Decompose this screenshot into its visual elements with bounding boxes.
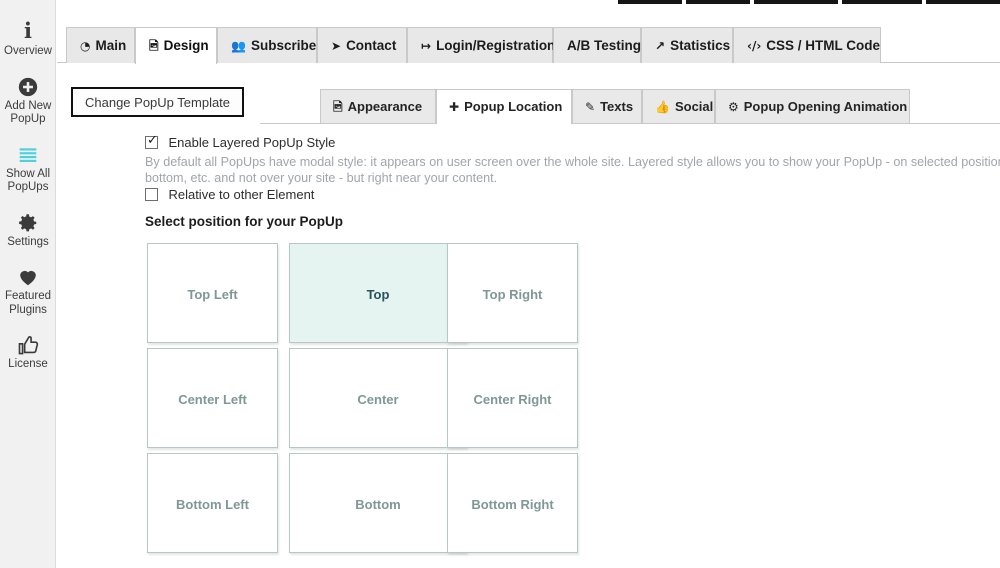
sidebar-item-label: Settings: [7, 235, 49, 248]
sidebar-item-settings[interactable]: Settings: [0, 209, 56, 250]
position-cell-label: Bottom Left: [176, 497, 249, 512]
gear-icon: [0, 209, 56, 235]
subtab-texts[interactable]: ✎ Texts: [572, 89, 642, 123]
tab-subscribe[interactable]: 👥 Subscribe: [217, 27, 317, 63]
arrows-move-icon: ✚: [449, 100, 460, 114]
top-toolbar-segment: [618, 0, 682, 4]
tab-label: Statistics: [670, 38, 731, 53]
position-cell-center-left[interactable]: Center Left: [147, 348, 278, 448]
sidebar-item-label: Overview: [4, 45, 52, 57]
position-cell-label: Bottom: [355, 497, 401, 512]
chart-line-icon: ↗: [655, 39, 666, 53]
position-cell-label: Center Left: [178, 392, 247, 407]
thumbs-up-icon: [0, 331, 56, 357]
relative-to-other-element-checkbox-row[interactable]: Relative to other Element: [145, 186, 314, 204]
code-icon: ‹/›: [747, 39, 762, 53]
position-cell-label: Bottom Right: [471, 497, 554, 512]
position-cell-top[interactable]: Top: [289, 243, 467, 343]
enable-layered-popup-style-label: Enable Layered PopUp Style: [168, 135, 336, 150]
info-icon: i: [24, 18, 32, 43]
sidebar-item-add-new-popup[interactable]: Add New PopUp: [0, 73, 56, 127]
image-icon: 🖻: [149, 39, 159, 53]
tab-contact[interactable]: ➤ Contact: [317, 27, 407, 63]
thumbs-up-icon: 👍: [655, 100, 670, 114]
change-popup-template-button[interactable]: Change PopUp Template: [71, 87, 245, 117]
subtab-social[interactable]: 👍 Social: [642, 89, 715, 123]
tab-label: A/B Testing: [567, 38, 641, 53]
layered-style-help-text: By default all PopUps have modal style: …: [145, 155, 1000, 185]
tab-main[interactable]: ◔ Main: [66, 27, 135, 63]
main-content: ◔ Main 🖻 Design 👥 Subscribe ➤ Contact ↦ Login/Reg…: [57, 0, 1000, 568]
position-cell-label: Top: [366, 287, 390, 302]
tab-design[interactable]: 🖻 Design: [135, 27, 217, 64]
subtab-label: Popup Opening Animation: [743, 99, 908, 114]
sidebar: i Overview Add New PopUp Show All PopUps Set…: [0, 0, 56, 568]
position-cell-bottom-left[interactable]: Bottom Left: [147, 453, 278, 553]
subtab-label: Appearance: [347, 99, 423, 114]
heart-icon: [0, 263, 56, 289]
sidebar-item-label: Featured Plugins: [4, 290, 52, 316]
subtab-label: Social: [674, 99, 714, 114]
design-subbar: Change PopUp Template 🖻 Appearance ✚ Popup …: [57, 84, 1000, 124]
position-cell-label: Top Left: [187, 287, 238, 302]
position-cell-label: Center: [357, 392, 399, 407]
dashboard-icon: ◔: [80, 39, 91, 53]
sidebar-item-overview[interactable]: i Overview: [0, 18, 56, 59]
tab-label: CSS / HTML Code: [766, 38, 881, 53]
top-toolbar-segment: [754, 0, 838, 4]
top-toolbar-segment: [926, 0, 1000, 4]
subtab-label: Popup Location: [464, 99, 563, 114]
sidebar-item-label: License: [8, 358, 48, 370]
plus-circle-icon: [0, 73, 56, 99]
position-cell-center-right[interactable]: Center Right: [447, 348, 578, 448]
tab-a-b-testing[interactable]: A/B Testing: [553, 27, 641, 63]
edit-pencil-icon: ✎: [585, 100, 596, 114]
position-cell-top-right[interactable]: Top Right: [447, 243, 578, 343]
enable-layered-popup-style-checkbox[interactable]: [145, 134, 158, 149]
top-toolbar-segment: [842, 0, 922, 4]
relative-to-other-element-label: Relative to other Element: [168, 187, 315, 202]
gear-icon: ⚙: [728, 100, 739, 114]
tab-label: Subscribe: [250, 38, 317, 53]
subtab-popup-location[interactable]: ✚ Popup Location: [436, 89, 572, 124]
position-cell-top-left[interactable]: Top Left: [147, 243, 278, 343]
position-cell-bottom-right[interactable]: Bottom Right: [447, 453, 578, 553]
sidebar-item-label: Show All PopUps: [5, 167, 51, 194]
image-icon: 🖻: [333, 100, 343, 114]
subtab-popup-opening-animation[interactable]: ⚙ Popup Opening Animation: [715, 89, 910, 123]
position-cell-center[interactable]: Center: [289, 348, 467, 448]
tab-statistics[interactable]: ↗ Statistics: [641, 27, 733, 63]
subtab-appearance[interactable]: 🖻 Appearance: [320, 89, 436, 123]
sidebar-item-label: Add New PopUp: [4, 99, 52, 126]
paper-plane-icon: ➤: [331, 39, 342, 53]
app-root: اسسایتپریساسسایتپریساسسایتپریساس iOvervi…: [0, 0, 1000, 568]
position-cell-label: Center Right: [473, 392, 552, 407]
relative-to-other-element-checkbox[interactable]: [145, 188, 158, 201]
users-icon: 👥: [231, 39, 246, 53]
tab-login-registration[interactable]: ↦ Login/Registration: [407, 27, 556, 63]
subtab-label: Texts: [600, 99, 634, 114]
position-cell-bottom[interactable]: Bottom: [289, 453, 467, 553]
sign-in-icon: ↦: [421, 39, 432, 53]
tab-css-html-code[interactable]: ‹/› CSS / HTML Code: [733, 27, 881, 63]
tab-label: Contact: [346, 38, 397, 53]
sidebar-item-show-all-popups[interactable]: Show All PopUps: [0, 141, 56, 195]
list-icon: [0, 141, 56, 167]
sidebar-item-featured-plugins[interactable]: Featured Plugins: [0, 263, 56, 317]
design-subtab-bar: 🖻 Appearance ✚ Popup Location ✎ Texts 👍 Social ⚙…: [260, 89, 1000, 124]
tab-label: Login/Registration: [436, 38, 556, 53]
enable-layered-popup-style-checkbox-row[interactable]: Enable Layered PopUp Style: [145, 134, 335, 152]
tab-label: Design: [163, 38, 209, 53]
cut-off-top-toolbar: [0, 0, 1000, 5]
sidebar-item-license[interactable]: License: [0, 331, 56, 372]
primary-tab-bar: ◔ Main 🖻 Design 👥 Subscribe ➤ Contact ↦ Login/Reg…: [57, 27, 1000, 64]
select-position-heading: Select position for your PopUp: [145, 214, 344, 229]
tab-label: Main: [95, 38, 127, 53]
top-toolbar-segment: [686, 0, 750, 4]
position-cell-label: Top Right: [482, 287, 543, 302]
